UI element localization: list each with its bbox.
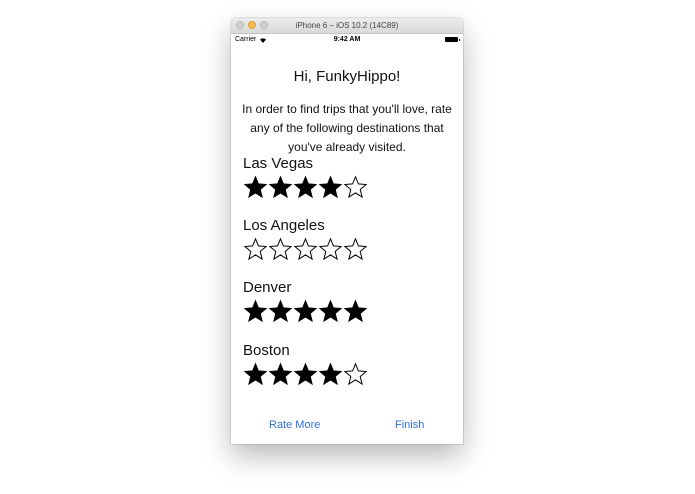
finish-button[interactable]: Finish xyxy=(395,419,424,431)
star-filled-icon[interactable] xyxy=(293,362,318,386)
destination-name: Las Vegas xyxy=(243,155,314,172)
star-filled-icon[interactable] xyxy=(293,175,318,199)
minimize-window-icon[interactable] xyxy=(248,21,256,29)
status-time: 9:42 AM xyxy=(333,36,361,43)
close-window-icon[interactable] xyxy=(236,21,244,29)
destination-name: Los Angeles xyxy=(243,217,325,234)
destination-item: Los Angeles xyxy=(243,216,368,261)
rating-screen: Hi, FunkyHippo! In order to find trips t… xyxy=(231,46,463,444)
star-empty-icon[interactable] xyxy=(343,175,368,199)
star-rating[interactable] xyxy=(243,299,368,323)
star-empty-icon[interactable] xyxy=(343,237,368,261)
star-filled-icon[interactable] xyxy=(318,299,343,323)
star-filled-icon[interactable] xyxy=(268,299,293,323)
star-empty-icon[interactable] xyxy=(268,237,293,261)
window-title: iPhone 6 – iOS 10.2 (14C89) xyxy=(295,21,399,30)
star-filled-icon[interactable] xyxy=(268,175,293,199)
destination-item: Las Vegas xyxy=(243,154,368,199)
star-filled-icon[interactable] xyxy=(318,362,343,386)
star-filled-icon[interactable] xyxy=(268,362,293,386)
star-filled-icon[interactable] xyxy=(293,299,318,323)
destination-item: Boston xyxy=(243,341,368,386)
star-filled-icon[interactable] xyxy=(243,175,268,199)
star-rating[interactable] xyxy=(243,175,368,199)
rate-more-button[interactable]: Rate More xyxy=(269,419,320,431)
star-rating[interactable] xyxy=(243,237,368,261)
star-filled-icon[interactable] xyxy=(318,175,343,199)
star-filled-icon[interactable] xyxy=(243,299,268,323)
intro-text: In order to find trips that you'll love,… xyxy=(242,102,452,154)
destination-name: Denver xyxy=(243,279,292,296)
greeting-title: Hi, FunkyHippo! xyxy=(293,68,401,85)
star-empty-icon[interactable] xyxy=(243,237,268,261)
title-bar: iPhone 6 – iOS 10.2 (14C89) xyxy=(231,18,463,34)
destination-item: Denver xyxy=(243,278,368,323)
star-filled-icon[interactable] xyxy=(243,362,268,386)
star-filled-icon[interactable] xyxy=(343,299,368,323)
simulator-window: iPhone 6 – iOS 10.2 (14C89) Carrier 9:42… xyxy=(231,18,463,444)
star-empty-icon[interactable] xyxy=(343,362,368,386)
battery-icon xyxy=(445,37,460,42)
status-bar: Carrier 9:42 AM xyxy=(231,34,463,46)
destination-name: Boston xyxy=(243,342,290,359)
star-rating[interactable] xyxy=(243,362,368,386)
star-empty-icon[interactable] xyxy=(293,237,318,261)
star-empty-icon[interactable] xyxy=(318,237,343,261)
zoom-window-icon[interactable] xyxy=(260,21,268,29)
